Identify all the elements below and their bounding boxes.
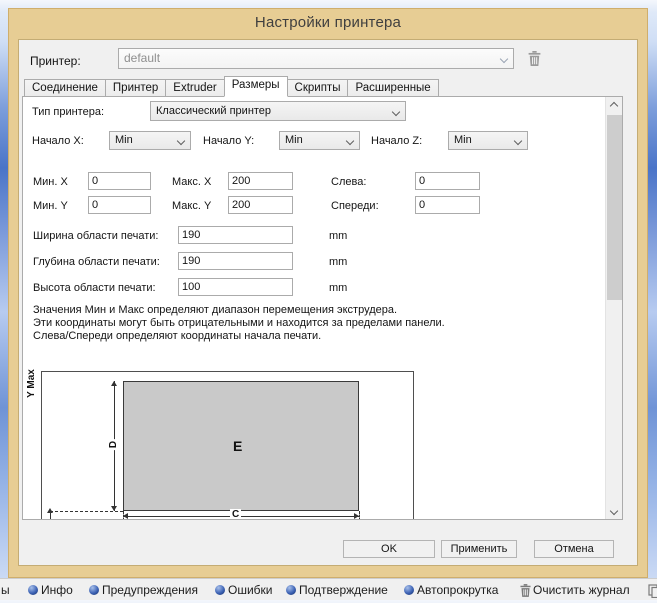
home-z-label: Начало Z: (371, 135, 422, 147)
chevron-up-icon (610, 102, 618, 110)
home-x-value: Min (115, 134, 133, 146)
area-depth-unit: mm (329, 256, 347, 268)
toggle-info[interactable]: Инфо (41, 583, 73, 597)
area-depth-label: Глубина области печати: (33, 256, 160, 268)
area-width-unit: mm (329, 230, 347, 242)
width-dim-label: C (230, 509, 241, 520)
min-y-input[interactable]: 0 (88, 196, 151, 214)
home-y-select[interactable]: Min (279, 131, 360, 150)
toggle-autoscroll[interactable]: Автопрокрутка (417, 583, 498, 597)
note-line-1: Значения Мин и Макс определяют диапазон … (33, 304, 397, 316)
front-label: Спереди: (331, 200, 379, 212)
printer-type-select[interactable]: Классический принтер (150, 101, 406, 121)
clipped-left-text: ы (1, 583, 10, 597)
printer-type-label: Тип принтера: (32, 106, 104, 118)
area-width-label: Ширина области печати: (33, 230, 159, 242)
depth-dim-label: D (108, 439, 119, 450)
trash-icon (520, 584, 531, 597)
max-y-label: Макс. Y (172, 200, 211, 212)
copy-icon (648, 584, 657, 598)
origin-arrow-line (50, 513, 51, 520)
max-x-label: Макс. X (172, 176, 211, 188)
bed-label: E (233, 438, 242, 454)
chevron-down-icon (514, 137, 522, 145)
min-y-label: Мин. Y (33, 200, 68, 212)
errors-toggle-icon[interactable] (215, 585, 225, 595)
printer-select-value: default (124, 51, 160, 65)
printer-select[interactable]: default (118, 48, 514, 69)
max-y-input[interactable]: 200 (228, 196, 293, 214)
copy-log-button[interactable] (648, 584, 657, 603)
trash-icon (528, 51, 541, 66)
area-height-label: Высота области печати: (33, 282, 156, 294)
home-z-select[interactable]: Min (448, 131, 528, 150)
home-y-label: Начало Y: (203, 135, 254, 147)
toggle-warnings[interactable]: Предупреждения (102, 583, 198, 597)
dialog-panel: Принтер: default Соединение Принтер Extr… (18, 39, 638, 566)
scrollbar-thumb[interactable] (607, 115, 622, 300)
clear-log-label[interactable]: Очистить журнал (533, 583, 630, 597)
note-line-3: Слева/Спереди определяют координаты нача… (33, 330, 321, 342)
chevron-down-icon (610, 507, 618, 515)
note-line-2: Эти координаты могут быть отрицательными… (33, 317, 445, 329)
clear-log-button[interactable] (520, 584, 531, 602)
area-width-input[interactable]: 190 (178, 226, 293, 244)
arrow-up-icon (111, 381, 117, 386)
home-z-value: Min (454, 134, 472, 146)
toggle-ack[interactable]: Подтверждение (299, 583, 388, 597)
bed-left-tick (123, 511, 124, 520)
scroll-up-button[interactable] (606, 98, 622, 114)
min-x-label: Мин. X (33, 176, 68, 188)
dialog-title: Настройки принтера (9, 14, 647, 31)
home-y-value: Min (285, 134, 303, 146)
y-max-axis-label: Y Max (22, 378, 53, 389)
chevron-down-icon (392, 108, 400, 116)
printer-settings-dialog: Настройки принтера Принтер: default Соед… (8, 8, 648, 578)
min-x-input[interactable]: 0 (88, 172, 151, 190)
apply-button[interactable]: Применить (441, 540, 517, 558)
area-height-unit: mm (329, 282, 347, 294)
log-status-bar: ы Инфо Предупреждения Ошибки Подтвержден… (0, 578, 657, 600)
bed-right-tick (359, 511, 360, 520)
warnings-toggle-icon[interactable] (89, 585, 99, 595)
y-max-axis-text: Y Max (25, 369, 36, 398)
area-depth-input[interactable]: 190 (178, 252, 293, 270)
printer-label: Принтер: (30, 54, 81, 68)
printer-type-value: Классический принтер (156, 105, 271, 117)
sizes-tab-page: Тип принтера: Классический принтер Начал… (22, 96, 623, 520)
home-x-select[interactable]: Min (109, 131, 191, 150)
info-toggle-icon[interactable] (28, 585, 38, 595)
tab-skripty[interactable]: Скрипты (287, 79, 349, 97)
toggle-errors[interactable]: Ошибки (228, 583, 273, 597)
chevron-down-icon (346, 137, 354, 145)
left-label: Слева: (331, 176, 366, 188)
tab-soedinenie[interactable]: Соединение (24, 79, 106, 97)
scroll-down-button[interactable] (606, 503, 622, 519)
left-input[interactable]: 0 (415, 172, 480, 190)
chevron-down-icon (500, 55, 508, 63)
origin-dash-line (50, 511, 123, 512)
home-x-label: Начало X: (32, 135, 84, 147)
tab-printer[interactable]: Принтер (105, 79, 166, 97)
chevron-down-icon (177, 137, 185, 145)
area-height-input[interactable]: 100 (178, 278, 293, 296)
vertical-scrollbar[interactable] (605, 97, 622, 519)
origin-arrow-up-icon (47, 508, 53, 513)
autoscroll-toggle-icon[interactable] (404, 585, 414, 595)
ack-toggle-icon[interactable] (286, 585, 296, 595)
settings-tabs: Соединение Принтер Extruder Размеры Скри… (24, 76, 438, 97)
tab-rasshirennye[interactable]: Расширенные (347, 79, 438, 97)
front-input[interactable]: 0 (415, 196, 480, 214)
tab-razmery[interactable]: Размеры (224, 76, 288, 97)
tab-extruder[interactable]: Extruder (165, 79, 224, 97)
delete-printer-button[interactable] (528, 51, 541, 71)
ok-button[interactable]: OK (343, 540, 435, 558)
cancel-button[interactable]: Отмена (534, 540, 614, 558)
max-x-input[interactable]: 200 (228, 172, 293, 190)
